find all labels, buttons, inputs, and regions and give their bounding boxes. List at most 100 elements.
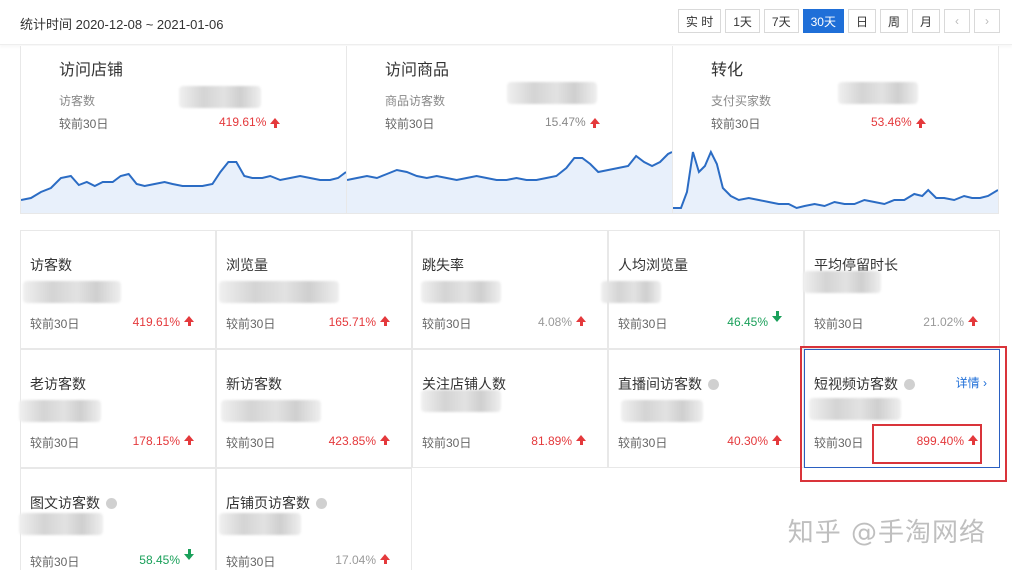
metric-title: 直播间访客数 bbox=[618, 374, 719, 394]
realtime-button[interactable]: 实 时 bbox=[677, 9, 722, 33]
arrow-down-icon bbox=[184, 549, 194, 560]
metric-card-avg-stay-time[interactable]: 平均停留时长 较前30日 21.02% bbox=[803, 230, 1000, 349]
overview-change: 419.61% bbox=[219, 115, 281, 129]
metric-change: 178.15% bbox=[132, 434, 180, 448]
blurred-value bbox=[838, 82, 918, 104]
arrow-up-icon bbox=[968, 316, 978, 326]
overview-change: 15.47% bbox=[545, 115, 600, 129]
blurred-value bbox=[219, 513, 301, 535]
arrow-up-icon bbox=[184, 435, 194, 445]
metric-title: 图文访客数 bbox=[30, 493, 117, 513]
overview-card-product-visit[interactable]: 访问商品 商品访客数 较前30日 15.47% bbox=[346, 46, 672, 214]
blurred-value bbox=[621, 400, 703, 422]
arrow-up-icon bbox=[184, 316, 194, 326]
overview-change: 53.46% bbox=[871, 115, 926, 129]
help-icon[interactable] bbox=[708, 378, 719, 390]
metric-card-returning-visitors[interactable]: 老访客数 较前30日 178.15% bbox=[19, 349, 216, 468]
sparkline-chart bbox=[673, 149, 998, 213]
metric-card-graphic-visitors[interactable]: 图文访客数 较前30日 58.45% bbox=[19, 468, 216, 570]
overview-compare-label: 较前30日 bbox=[385, 117, 435, 131]
date-range-toolbar: 统计时间 2020-12-08 ~ 2021-01-06 实 时 1天 7天 3… bbox=[0, 0, 1012, 45]
metric-compare-label: 较前30日 bbox=[30, 317, 80, 331]
metric-compare-label: 较前30日 bbox=[226, 436, 276, 450]
overview-compare-label: 较前30日 bbox=[711, 117, 761, 131]
metric-change: 165.71% bbox=[328, 315, 376, 329]
metric-card-avg-pageviews[interactable]: 人均浏览量 较前30日 46.45% bbox=[601, 230, 804, 349]
help-icon[interactable] bbox=[316, 497, 327, 509]
arrow-up-icon bbox=[576, 316, 586, 326]
metric-card-bounce-rate[interactable]: 跳失率 较前30日 4.08% bbox=[412, 230, 608, 349]
watermark: 知乎 @手淘网络 bbox=[787, 518, 986, 548]
blurred-value bbox=[219, 281, 339, 303]
metric-card-visitors[interactable]: 访客数 较前30日 419.61% bbox=[20, 230, 216, 349]
metric-compare-label: 较前30日 bbox=[618, 317, 668, 331]
metric-change: 423.85% bbox=[328, 434, 376, 448]
30-day-button[interactable]: 30天 bbox=[802, 9, 844, 33]
metric-title: 老访客数 bbox=[30, 376, 86, 392]
blurred-value bbox=[221, 400, 321, 422]
metric-card-pageviews[interactable]: 浏览量 较前30日 165.71% bbox=[216, 230, 412, 349]
blurred-value bbox=[421, 390, 501, 412]
period-button-group: 实 时 1天 7天 30天 日 周 月 ‹ › bbox=[674, 9, 1000, 33]
metric-change: 81.89% bbox=[531, 434, 572, 448]
metric-card-store-page-visitors[interactable]: 店铺页访客数 较前30日 17.04% bbox=[216, 468, 412, 570]
chevron-right-icon[interactable]: › bbox=[974, 9, 1000, 33]
overview-metric-label: 支付买家数 bbox=[711, 94, 772, 108]
metric-card-new-visitors[interactable]: 新访客数 较前30日 423.85% bbox=[216, 349, 412, 468]
metric-compare-label: 较前30日 bbox=[618, 436, 668, 450]
arrow-up-icon bbox=[915, 117, 926, 128]
metric-title: 人均浏览量 bbox=[618, 257, 688, 273]
overview-card-store-visit[interactable]: 访问店铺 访客数 较前30日 419.61% bbox=[20, 46, 346, 214]
arrow-up-icon bbox=[270, 117, 281, 128]
week-button[interactable]: 周 bbox=[879, 9, 908, 33]
overview-compare-label: 较前30日 bbox=[59, 117, 109, 131]
metric-compare-label: 较前30日 bbox=[30, 436, 80, 450]
help-icon[interactable] bbox=[106, 497, 117, 509]
metric-card-store-followers[interactable]: 关注店铺人数 较前30日 81.89% bbox=[412, 349, 608, 468]
blurred-value bbox=[421, 281, 501, 303]
metric-card-live-visitors[interactable]: 直播间访客数 较前30日 40.30% bbox=[608, 349, 804, 468]
blurred-value bbox=[19, 400, 101, 422]
day-button[interactable]: 日 bbox=[847, 9, 876, 33]
metric-title: 访客数 bbox=[30, 257, 72, 273]
arrow-up-icon bbox=[380, 435, 390, 445]
metric-compare-label: 较前30日 bbox=[30, 555, 80, 569]
highlight-box bbox=[872, 424, 982, 464]
metric-change: 46.45% bbox=[727, 315, 768, 329]
metric-title: 新访客数 bbox=[226, 376, 282, 392]
metric-compare-label: 较前30日 bbox=[422, 317, 472, 331]
sparkline-chart bbox=[21, 161, 346, 213]
blurred-value bbox=[179, 86, 261, 108]
metric-compare-label: 较前30日 bbox=[226, 317, 276, 331]
date-range-label: 统计时间 2020-12-08 ~ 2021-01-06 bbox=[20, 17, 224, 32]
metric-change: 40.30% bbox=[727, 434, 768, 448]
metric-title: 跳失率 bbox=[422, 257, 464, 273]
overview-title: 转化 bbox=[711, 62, 744, 79]
sparkline-chart bbox=[347, 151, 672, 213]
overview-panel: 访问店铺 访客数 较前30日 419.61% 访问商品 商品访客数 较前30日 … bbox=[20, 46, 999, 214]
arrow-down-icon bbox=[772, 311, 782, 322]
overview-title: 访问商品 bbox=[385, 62, 450, 79]
arrow-up-icon bbox=[576, 435, 586, 445]
blurred-value bbox=[507, 82, 597, 104]
metric-change: 21.02% bbox=[923, 315, 964, 329]
1-day-button[interactable]: 1天 bbox=[725, 9, 760, 33]
arrow-up-icon bbox=[772, 435, 782, 445]
chevron-left-icon[interactable]: ‹ bbox=[944, 9, 970, 33]
blurred-value bbox=[23, 281, 121, 303]
arrow-up-icon bbox=[589, 117, 600, 128]
metric-compare-label: 较前30日 bbox=[226, 555, 276, 569]
blurred-value bbox=[803, 271, 881, 293]
7-day-button[interactable]: 7天 bbox=[763, 9, 799, 33]
metric-compare-label: 较前30日 bbox=[814, 317, 864, 331]
metric-title: 店铺页访客数 bbox=[226, 493, 327, 513]
metric-change: 419.61% bbox=[132, 315, 180, 329]
metric-change: 4.08% bbox=[537, 315, 572, 329]
overview-metric-label: 商品访客数 bbox=[385, 94, 446, 108]
blurred-value bbox=[601, 281, 661, 303]
metric-title: 浏览量 bbox=[226, 257, 268, 273]
overview-card-conversion[interactable]: 转化 支付买家数 较前30日 53.46% bbox=[672, 46, 999, 214]
overview-title: 访问店铺 bbox=[59, 62, 124, 79]
metric-change: 58.45% bbox=[139, 553, 180, 567]
month-button[interactable]: 月 bbox=[911, 9, 940, 33]
